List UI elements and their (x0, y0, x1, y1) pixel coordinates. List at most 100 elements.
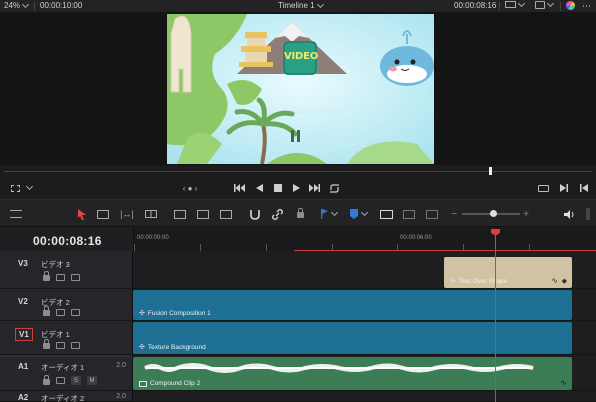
zoom-slider-handle[interactable] (490, 210, 497, 217)
blade-tool-button[interactable] (143, 207, 159, 221)
track-lane-v2[interactable]: ✣ Fusion Composition 1 (133, 289, 596, 321)
auto-select-icon[interactable] (56, 341, 65, 349)
keyframe-icon: ◆ (561, 278, 567, 285)
clip-compound-clip[interactable]: Compound Clip 2 ∿ (133, 357, 572, 390)
track-header-v1[interactable]: V1 ビデオ 1 (0, 321, 133, 355)
lock-icon[interactable] (43, 271, 50, 281)
track-id: V3 (18, 259, 28, 268)
viewer-layout-button[interactable] (8, 181, 22, 195)
track-channels: 2.0 (116, 393, 126, 400)
link-icon (271, 208, 283, 220)
track-enable-icon[interactable] (71, 273, 80, 281)
clip-label: Texture Background (147, 343, 206, 351)
marker-icon (349, 209, 358, 219)
insert-icon (174, 209, 186, 219)
step-back-button[interactable] (252, 181, 266, 195)
chevron-down-icon (517, 0, 526, 7)
loop-icon (329, 183, 339, 193)
go-start-button[interactable] (232, 181, 246, 195)
zoom-out-button[interactable]: − (449, 207, 459, 221)
track-enable-icon[interactable] (71, 308, 80, 316)
scrubber-handle[interactable] (489, 167, 492, 175)
track-name: オーディオ 2 (41, 394, 85, 402)
prev-edit-button[interactable] (557, 181, 571, 195)
track-enable-icon[interactable] (71, 341, 80, 349)
auto-select-icon[interactable] (56, 308, 65, 316)
loop-button[interactable] (327, 181, 341, 195)
position-lock-button[interactable] (294, 207, 306, 221)
auto-select-icon[interactable] (56, 273, 65, 281)
monitor-icon (505, 1, 516, 8)
zoom-in-button[interactable]: + (521, 207, 531, 221)
chevron-down-icon (330, 208, 339, 217)
solo-button[interactable]: S (71, 376, 81, 385)
track-header-a1[interactable]: A1 オーディオ 1 2.0 S M (0, 355, 133, 391)
viewer-mode-button[interactable] (505, 0, 526, 8)
timeline-ruler[interactable]: 00:00:00:00 00:00:06:00 (133, 227, 596, 251)
zoom-detail-button[interactable] (401, 207, 417, 221)
compound-icon (139, 380, 147, 387)
go-end-button[interactable] (307, 181, 321, 195)
lock-icon[interactable] (43, 374, 50, 385)
more-options-button[interactable]: ⋯ (582, 1, 591, 12)
selection-tool-button[interactable] (76, 207, 88, 221)
layout-dropdown[interactable] (22, 181, 36, 195)
zoom-full-button[interactable] (377, 207, 395, 221)
timeline-view-options-button[interactable] (8, 207, 24, 221)
track-lane-a1[interactable]: Compound Clip 2 ∿ (133, 355, 596, 391)
zoom-slider[interactable] (462, 207, 520, 221)
track-lane-v1[interactable]: ✣ Texture Background (133, 321, 596, 355)
trim-tool-button[interactable] (95, 207, 111, 221)
linked-selection-button[interactable] (271, 207, 283, 221)
track-lane-v3[interactable]: ✣ Text Over Shape ∿ ◆ (133, 251, 596, 289)
overwrite-clip-button[interactable] (195, 207, 211, 221)
zoom-custom-icon (426, 209, 438, 219)
clip-fusion-composition[interactable]: ✣ Fusion Composition 1 (133, 290, 572, 320)
track-header-a2[interactable]: A2 オーディオ 2 2.0 (0, 391, 133, 402)
flag-button[interactable] (319, 207, 339, 221)
track-channels: 2.0 (116, 362, 126, 369)
play-button[interactable] (289, 181, 303, 195)
track-header-v2[interactable]: V2 ビデオ 2 (0, 289, 133, 321)
clip-texture-background[interactable]: ✣ Texture Background (133, 322, 572, 354)
dynamic-trim-icon: |↔| (120, 209, 134, 219)
marker-button[interactable] (348, 207, 368, 221)
preview-viewer: VIDEO (0, 12, 596, 165)
mute-button[interactable]: M (87, 376, 97, 385)
volume-button[interactable] (563, 207, 575, 221)
auto-select-icon[interactable] (56, 377, 65, 384)
match-frame-button[interactable] (536, 181, 550, 195)
timeline-selector[interactable]: Timeline 1 (278, 0, 324, 10)
dynamic-trim-button[interactable]: |↔| (119, 207, 135, 221)
color-settings-button[interactable] (566, 1, 575, 10)
stop-button[interactable] (271, 181, 285, 195)
duration-timecode: 00:00:10:00 (40, 1, 83, 10)
lock-icon[interactable] (43, 339, 50, 349)
meter-icon (586, 208, 590, 220)
track-lane-a2[interactable] (133, 391, 596, 402)
track-header-v3[interactable]: V3 ビデオ 3 (0, 251, 133, 289)
zoom-dropdown[interactable]: 24% (4, 0, 30, 10)
playhead-line (495, 229, 496, 402)
jog-control[interactable]: ‹ ● › (176, 181, 204, 195)
output-button[interactable] (535, 0, 555, 9)
transport-controls: ‹ ● › (0, 177, 596, 199)
chevron-down-icon (360, 208, 368, 217)
insert-clip-button[interactable] (172, 207, 188, 221)
zoom-icon (379, 209, 393, 219)
replace-clip-button[interactable] (218, 207, 234, 221)
flag-icon (321, 209, 328, 219)
snap-icon (250, 209, 260, 220)
next-edit-button[interactable] (577, 181, 591, 195)
clip-text-over-shape[interactable]: ✣ Text Over Shape ∿ ◆ (444, 257, 572, 288)
scrubber-bar[interactable] (0, 165, 596, 177)
lock-icon[interactable] (43, 306, 50, 316)
snapping-button[interactable] (249, 207, 261, 221)
crop-icon (10, 184, 20, 192)
blade-icon (145, 210, 157, 218)
color-wheel-icon (566, 1, 575, 10)
pointer-icon (78, 208, 86, 220)
plus-icon: + (523, 208, 529, 220)
zoom-custom-button[interactable] (424, 207, 440, 221)
go-end-icon (308, 184, 320, 192)
